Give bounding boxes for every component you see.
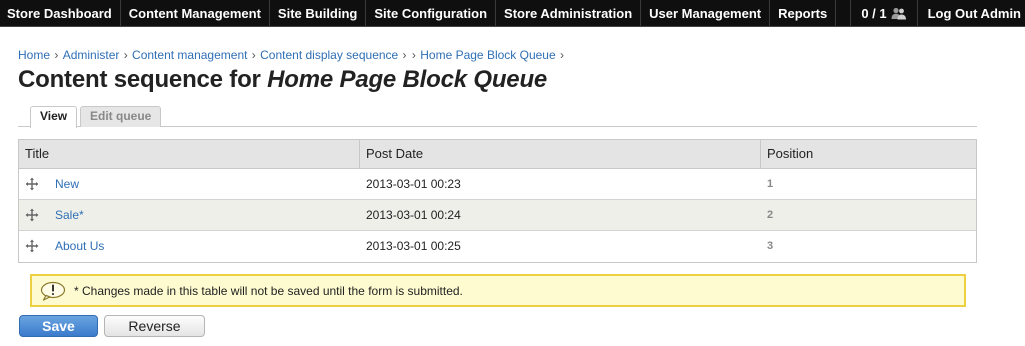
changed-marker: *	[79, 208, 84, 222]
menu-item-store-dashboard[interactable]: Store Dashboard	[0, 0, 121, 27]
breadcrumb-home[interactable]: Home	[18, 48, 50, 62]
table-header: Title Post Date Position	[19, 140, 976, 169]
breadcrumb-content-display-sequence[interactable]: Content display sequence	[260, 48, 398, 62]
drag-handle-icon[interactable]	[25, 239, 39, 253]
warning-text: * Changes made in this table will not be…	[74, 284, 463, 298]
cell-title: Sale *	[19, 200, 360, 230]
breadcrumb-content-management[interactable]: Content management	[132, 48, 247, 62]
menu-item-content-management[interactable]: Content Management	[121, 0, 270, 27]
menu-item-reports[interactable]: Reports	[770, 0, 837, 27]
tab-view[interactable]: View	[30, 106, 78, 128]
breadcrumb: Home › Administer › Content management ›…	[18, 48, 565, 62]
cell-title: New	[19, 169, 360, 199]
menu-item-site-building[interactable]: Site Building	[270, 0, 367, 27]
breadcrumb-separator: ›	[556, 48, 564, 62]
save-button[interactable]: Save	[19, 315, 98, 337]
admin-menu: Store Dashboard Content Management Site …	[0, 0, 837, 27]
cell-post-date: 2013-03-01 00:24	[366, 208, 461, 222]
page-title-queue-name: Home Page Block Queue	[267, 66, 548, 93]
cell-position: 2	[767, 209, 774, 221]
cell-position: 1	[767, 178, 774, 190]
table-row: Sale * 2013-03-01 00:24 2	[19, 200, 976, 231]
page-title-prefix: Content sequence for	[18, 66, 261, 93]
tab-edit-queue[interactable]: Edit queue	[80, 106, 162, 127]
breadcrumb-separator: ›	[51, 48, 62, 62]
cell-post-date: 2013-03-01 00:23	[366, 177, 461, 191]
logout-link[interactable]: Log Out Admin	[918, 0, 1025, 27]
page-title: Content sequence for Home Page Block Que…	[18, 66, 547, 94]
admin-menu-bar: Store Dashboard Content Management Site …	[0, 0, 1025, 27]
row-title-link[interactable]: Sale	[55, 200, 79, 230]
breadcrumb-separator: ›	[248, 48, 260, 62]
cell-position: 3	[767, 240, 774, 252]
row-title-link[interactable]: About Us	[55, 231, 104, 261]
row-title-link[interactable]: New	[55, 169, 79, 199]
table-row: New 2013-03-01 00:23 1	[19, 169, 976, 200]
column-header-post-date[interactable]: Post Date	[360, 140, 761, 168]
warning-marker: *	[74, 283, 79, 298]
warning-message: Changes made in this table will not be s…	[82, 283, 463, 298]
breadcrumb-administer[interactable]: Administer	[63, 48, 120, 62]
breadcrumb-separator: ›	[411, 48, 420, 62]
cell-post-date: 2013-03-01 00:25	[366, 239, 461, 253]
sequence-table: Title Post Date Position New 2013-03-01 …	[18, 139, 977, 263]
breadcrumb-separator: ›	[399, 48, 410, 62]
reverse-button[interactable]: Reverse	[104, 315, 205, 337]
menu-item-user-management[interactable]: User Management	[641, 0, 771, 27]
menu-item-store-administration[interactable]: Store Administration	[496, 0, 642, 27]
cell-title: About Us	[19, 231, 360, 261]
tab-bar: View Edit queue	[18, 106, 977, 128]
admin-menu-right: 0 / 1 Log Out Admin	[850, 0, 1025, 27]
column-header-position[interactable]: Position	[761, 140, 976, 168]
menu-item-site-configuration[interactable]: Site Configuration	[366, 0, 497, 27]
drag-handle-icon[interactable]	[25, 208, 39, 222]
users-counter[interactable]: 0 / 1	[850, 0, 918, 27]
users-count: 0 / 1	[861, 6, 887, 21]
column-header-title[interactable]: Title	[19, 140, 360, 168]
breadcrumb-home-page-block-queue[interactable]: Home Page Block Queue	[420, 48, 555, 62]
warning-icon	[40, 281, 66, 301]
unsaved-changes-warning: * Changes made in this table will not be…	[30, 274, 966, 307]
users-icon	[891, 7, 907, 20]
breadcrumb-separator: ›	[120, 48, 132, 62]
drag-handle-icon[interactable]	[25, 177, 39, 191]
table-row: About Us 2013-03-01 00:25 3	[19, 231, 976, 262]
